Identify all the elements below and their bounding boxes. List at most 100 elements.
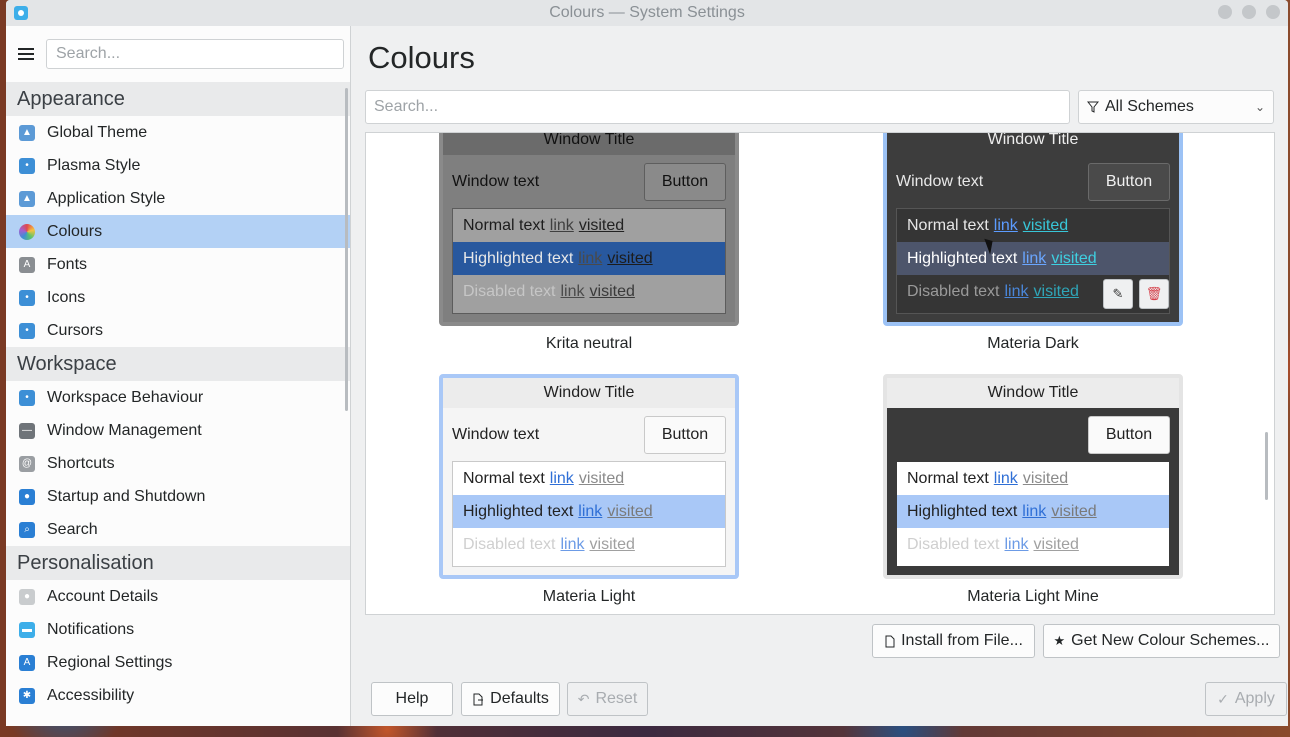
main-panel: Colours All Schemes ⌄ Window Title Windo… bbox=[352, 26, 1288, 726]
apply-button[interactable]: ✓ Apply bbox=[1205, 682, 1287, 716]
preview-visited: visited bbox=[589, 282, 635, 300]
sidebar-item-workspace-behaviour[interactable]: • Workspace Behaviour bbox=[6, 381, 350, 414]
filter-icon bbox=[1087, 101, 1099, 113]
sidebar-item-account-details[interactable]: ● Account Details bbox=[6, 580, 350, 613]
preview-view-list: Normal text link visited Highlighted tex… bbox=[452, 208, 726, 314]
regional-settings-icon: A bbox=[19, 654, 35, 671]
sidebar-item-accessibility[interactable]: ✱ Accessibility bbox=[6, 679, 350, 712]
sidebar-item-cursors[interactable]: • Cursors bbox=[6, 314, 350, 347]
sidebar-item-label: Account Details bbox=[47, 587, 159, 605]
sidebar-item-label: Plasma Style bbox=[47, 156, 141, 174]
preview-window-text: Window text bbox=[896, 172, 984, 190]
scheme-filter-dropdown[interactable]: All Schemes ⌄ bbox=[1078, 90, 1274, 124]
preview-normal-text: Normal text bbox=[463, 216, 545, 234]
install-from-file-label: Install from File... bbox=[901, 632, 1023, 649]
sidebar-item-label: Global Theme bbox=[47, 123, 148, 141]
sidebar-item-shortcuts[interactable]: @ Shortcuts bbox=[6, 447, 350, 480]
sidebar-category-header: Appearance bbox=[6, 82, 350, 116]
minimize-button[interactable] bbox=[1218, 5, 1232, 19]
reset-label: Reset bbox=[595, 690, 638, 707]
maximize-button[interactable] bbox=[1242, 5, 1256, 19]
help-label: Help bbox=[395, 690, 429, 707]
defaults-label: Defaults bbox=[490, 690, 549, 707]
install-from-file-button[interactable]: Install from File... bbox=[872, 624, 1035, 658]
sidebar-item-label: Application Style bbox=[47, 189, 166, 207]
edit-scheme-button[interactable]: ✎ bbox=[1103, 279, 1133, 309]
preview-visited: visited bbox=[607, 502, 653, 520]
help-button[interactable]: Help bbox=[371, 682, 453, 716]
delete-scheme-button[interactable]: 🗑 bbox=[1139, 279, 1169, 309]
sidebar-toolbar bbox=[6, 26, 350, 82]
search-icon: ⌕ bbox=[19, 521, 35, 538]
fonts-icon: A bbox=[19, 256, 35, 273]
sidebar-item-fonts[interactable]: A Fonts bbox=[6, 248, 350, 281]
icons-icon: • bbox=[19, 289, 35, 306]
preview-button: Button bbox=[1088, 415, 1170, 454]
close-button[interactable] bbox=[1266, 5, 1280, 19]
sidebar-item-global-theme[interactable]: ▲ Global Theme bbox=[6, 116, 350, 149]
sidebar-item-search[interactable]: ⌕ Search bbox=[6, 513, 350, 546]
colour-scheme-card[interactable]: Window Title Window text Button Normal t… bbox=[883, 133, 1183, 353]
trash-icon: 🗑 bbox=[1145, 286, 1163, 301]
scheme-search-input[interactable] bbox=[365, 90, 1070, 124]
preview-window-row: Window text Button bbox=[887, 155, 1179, 208]
star-icon: ★ bbox=[1053, 633, 1066, 648]
grid-scrollbar[interactable] bbox=[1265, 432, 1268, 500]
system-settings-window: Colours — System Settings Appearance ▲ Glo… bbox=[6, 0, 1288, 726]
scheme-preview[interactable]: Window Title Window text Button Normal t… bbox=[439, 374, 739, 579]
preview-normal-row: Normal text link visited bbox=[453, 209, 725, 242]
preview-visited: visited bbox=[1051, 249, 1097, 267]
preview-disabled-row: Disabled text link visited bbox=[897, 528, 1169, 561]
scheme-name: Materia Light bbox=[542, 588, 636, 605]
undo-icon: ↶ bbox=[577, 690, 590, 707]
sidebar-item-startup-and-shutdown[interactable]: ● Startup and Shutdown bbox=[6, 480, 350, 513]
titlebar[interactable]: Colours — System Settings bbox=[6, 0, 1288, 26]
preview-link: link bbox=[549, 469, 574, 487]
preview-window-title: Window Title bbox=[887, 133, 1179, 155]
scheme-preview[interactable]: Window Title Window text Button Normal t… bbox=[439, 133, 739, 326]
sidebar-item-application-style[interactable]: ▲ Application Style bbox=[6, 182, 350, 215]
preview-disabled-row: Disabled text link visited bbox=[453, 275, 725, 308]
get-new-schemes-button[interactable]: ★ Get New Colour Schemes... bbox=[1043, 624, 1280, 658]
sidebar-item-notifications[interactable]: ▬ Notifications bbox=[6, 613, 350, 646]
sidebar-item-plasma-style[interactable]: • Plasma Style bbox=[6, 149, 350, 182]
app-icon bbox=[14, 6, 28, 20]
hamburger-menu-icon[interactable] bbox=[18, 48, 34, 60]
preview-button: Button bbox=[1088, 162, 1170, 201]
preview-highlighted-text: Highlighted text bbox=[463, 502, 574, 520]
page-title: Colours bbox=[368, 40, 475, 75]
defaults-button[interactable]: Defaults bbox=[461, 682, 560, 716]
preview-button: Button bbox=[644, 162, 726, 201]
sidebar-scrollbar[interactable] bbox=[345, 88, 348, 411]
colour-scheme-card[interactable]: Window Title Window text Button Normal t… bbox=[439, 374, 739, 606]
scheme-preview[interactable]: Window Title Button Normal text link vis… bbox=[883, 374, 1183, 579]
scheme-preview[interactable]: Window Title Window text Button Normal t… bbox=[883, 133, 1183, 326]
sidebar-item-window-management[interactable]: — Window Management bbox=[6, 414, 350, 447]
preview-link: link bbox=[1022, 502, 1047, 520]
defaults-icon bbox=[473, 693, 484, 705]
preview-disabled-text: Disabled text bbox=[907, 282, 1000, 300]
chevron-down-icon: ⌄ bbox=[1254, 100, 1265, 114]
sidebar-search-input[interactable] bbox=[46, 39, 344, 69]
sidebar-item-regional-settings[interactable]: A Regional Settings bbox=[6, 646, 350, 679]
scheme-name: Materia Light Mine bbox=[967, 588, 1099, 605]
reset-button[interactable]: ↶ Reset bbox=[567, 682, 648, 716]
preview-window-title: Window Title bbox=[443, 133, 735, 155]
sidebar-item-label: Regional Settings bbox=[47, 653, 173, 671]
colour-scheme-card[interactable]: Window Title Button Normal text link vis… bbox=[883, 374, 1183, 606]
preview-disabled-text: Disabled text bbox=[463, 282, 556, 300]
sidebar-item-label: Shortcuts bbox=[47, 454, 115, 472]
preview-link: link bbox=[1004, 282, 1029, 300]
sidebar-item-icons[interactable]: • Icons bbox=[6, 281, 350, 314]
window-title: Colours — System Settings bbox=[549, 4, 745, 21]
preview-link: link bbox=[560, 282, 585, 300]
colour-scheme-card[interactable]: Window Title Window text Button Normal t… bbox=[439, 133, 739, 353]
sidebar-item-label: Icons bbox=[47, 288, 86, 306]
sidebar-item-colours[interactable]: Colours bbox=[6, 215, 350, 248]
preview-window-text: Window text bbox=[452, 172, 540, 190]
cursors-icon: • bbox=[19, 322, 35, 339]
global-theme-icon: ▲ bbox=[19, 124, 35, 141]
checkmark-icon: ✓ bbox=[1217, 690, 1229, 707]
scheme-filter-value: All Schemes bbox=[1105, 98, 1194, 115]
sidebar-item-label: Cursors bbox=[47, 321, 104, 339]
